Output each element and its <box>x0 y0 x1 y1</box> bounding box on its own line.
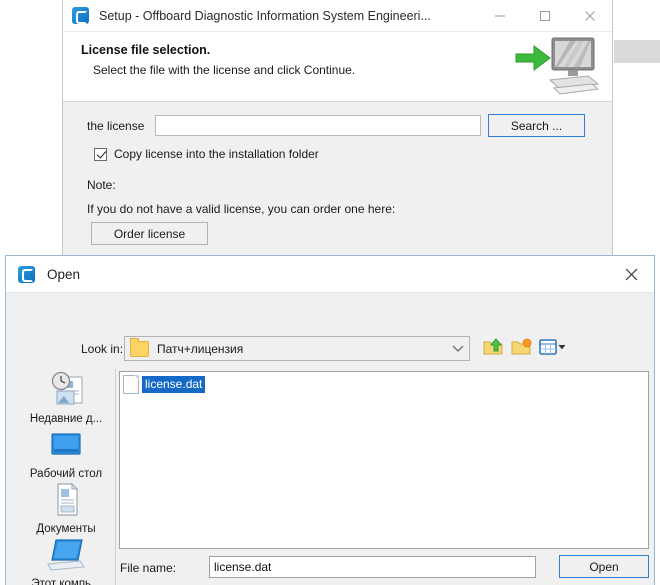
setup-window-title: Setup - Offboard Diagnostic Information … <box>99 8 431 23</box>
up-one-level-icon[interactable] <box>483 337 504 357</box>
place-item-desktop[interactable]: Рабочий стол <box>16 426 115 480</box>
place-label: Этот компь... <box>31 578 101 585</box>
place-label: Рабочий стол <box>29 468 103 480</box>
setup-window: Setup - Offboard Diagnostic Information … <box>62 0 613 256</box>
file-icon <box>123 374 139 394</box>
odis-app-icon <box>72 7 89 24</box>
license-path-input[interactable] <box>155 115 481 136</box>
page-subtitle: Select the file with the license and cli… <box>93 63 356 77</box>
search-button[interactable]: Search ... <box>488 114 585 137</box>
note-label: Note: <box>87 178 116 192</box>
chevron-down-icon[interactable] <box>447 337 469 360</box>
desktop-background-patch <box>614 40 660 63</box>
file-name-input[interactable] <box>209 556 536 578</box>
close-icon[interactable] <box>608 256 654 292</box>
list-item[interactable]: license.dat <box>123 374 206 394</box>
setup-header-band: License file selection. Select the file … <box>63 32 612 102</box>
open-dialog-body: Look in: Патч+лицензия Недавние д... Раб… <box>6 293 654 585</box>
setup-window-controls <box>477 0 612 31</box>
note-text: If you do not have a valid license, you … <box>87 202 396 216</box>
place-label: Документы <box>36 523 96 535</box>
recent-documents-icon <box>44 371 88 411</box>
minimize-icon[interactable] <box>477 0 522 31</box>
open-dialog-toolbar <box>483 337 566 357</box>
license-label: the license <box>87 119 145 133</box>
place-label: Недавние д... <box>29 413 103 425</box>
documents-icon <box>44 481 88 521</box>
folder-icon <box>130 337 149 357</box>
file-list[interactable]: license.dat <box>119 371 649 549</box>
copy-license-checkbox-row[interactable]: Copy license into the installation folde… <box>94 147 319 161</box>
open-dialog-title: Open <box>47 266 81 282</box>
file-name-label: license.dat <box>142 375 206 393</box>
look-in-value: Патч+лицензия <box>157 341 244 356</box>
view-menu-icon[interactable] <box>539 337 566 357</box>
setup-title-bar[interactable]: Setup - Offboard Diagnostic Information … <box>63 0 612 32</box>
copy-license-checkbox-label: Copy license into the installation folde… <box>114 147 319 161</box>
look-in-label: Look in: <box>81 342 124 356</box>
create-new-folder-icon[interactable] <box>511 337 532 357</box>
license-row: the license Search ... <box>63 114 612 139</box>
close-icon[interactable] <box>567 0 612 31</box>
open-file-dialog: Open Look in: Патч+лицензия Недавние д..… <box>5 255 655 585</box>
computer-install-icon <box>514 36 600 98</box>
this-computer-icon <box>44 536 88 576</box>
place-item-documents[interactable]: Документы <box>16 481 115 535</box>
screen-root: Setup - Offboard Diagnostic Information … <box>0 0 660 585</box>
open-button[interactable]: Open <box>559 555 649 578</box>
desktop-icon <box>44 426 88 466</box>
copy-license-checkbox[interactable] <box>94 147 107 161</box>
places-sidebar: Недавние д... Рабочий стол Документы Это… <box>16 369 116 585</box>
file-name-label: File name: <box>120 561 177 575</box>
place-item-recent[interactable]: Недавние д... <box>16 371 115 425</box>
order-license-button[interactable]: Order license <box>91 222 208 245</box>
open-dialog-title-bar[interactable]: Open <box>6 256 654 293</box>
odis-app-icon <box>18 265 35 283</box>
setup-body: the license Search ... Copy license into… <box>63 102 612 255</box>
place-item-this-computer[interactable]: Этот компь... <box>16 536 115 585</box>
page-title: License file selection. <box>81 43 211 57</box>
look-in-combobox[interactable]: Патч+лицензия <box>124 336 470 361</box>
maximize-icon[interactable] <box>522 0 567 31</box>
